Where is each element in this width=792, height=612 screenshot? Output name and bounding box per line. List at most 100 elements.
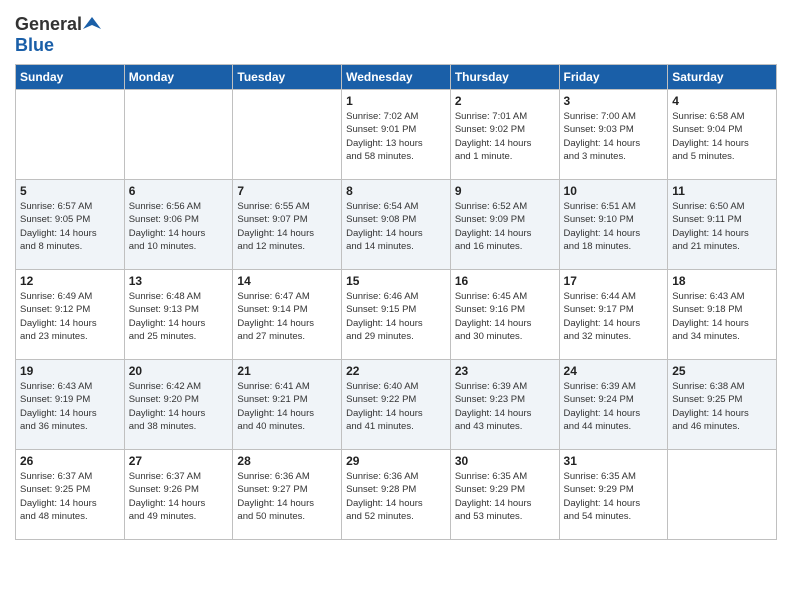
day-number: 7 xyxy=(237,184,337,198)
day-info: Sunrise: 6:51 AM Sunset: 9:10 PM Dayligh… xyxy=(564,200,664,253)
day-info: Sunrise: 6:43 AM Sunset: 9:19 PM Dayligh… xyxy=(20,380,120,433)
day-info: Sunrise: 6:54 AM Sunset: 9:08 PM Dayligh… xyxy=(346,200,446,253)
day-number: 31 xyxy=(564,454,664,468)
weekday-header: Saturday xyxy=(668,65,777,90)
day-number: 17 xyxy=(564,274,664,288)
day-number: 11 xyxy=(672,184,772,198)
day-info: Sunrise: 6:55 AM Sunset: 9:07 PM Dayligh… xyxy=(237,200,337,253)
calendar-week-row: 1 Sunrise: 7:02 AM Sunset: 9:01 PM Daylig… xyxy=(16,90,777,180)
calendar-cell: 10 Sunrise: 6:51 AM Sunset: 9:10 PM Dayli… xyxy=(559,180,668,270)
page-header: General Blue xyxy=(15,10,777,56)
day-info: Sunrise: 6:35 AM Sunset: 9:29 PM Dayligh… xyxy=(455,470,555,523)
day-number: 12 xyxy=(20,274,120,288)
day-number: 30 xyxy=(455,454,555,468)
day-info: Sunrise: 6:39 AM Sunset: 9:24 PM Dayligh… xyxy=(564,380,664,433)
calendar-cell: 31 Sunrise: 6:35 AM Sunset: 9:29 PM Dayli… xyxy=(559,450,668,540)
day-info: Sunrise: 6:49 AM Sunset: 9:12 PM Dayligh… xyxy=(20,290,120,343)
weekday-header: Sunday xyxy=(16,65,125,90)
logo: General Blue xyxy=(15,10,101,56)
calendar-cell: 28 Sunrise: 6:36 AM Sunset: 9:27 PM Dayli… xyxy=(233,450,342,540)
day-info: Sunrise: 6:47 AM Sunset: 9:14 PM Dayligh… xyxy=(237,290,337,343)
logo-general-text: General xyxy=(15,14,82,35)
calendar-cell: 23Sunrise: 6:39 AM Sunset: 9:23 PM Dayli… xyxy=(450,360,559,450)
calendar-cell: 14 Sunrise: 6:47 AM Sunset: 9:14 PM Dayli… xyxy=(233,270,342,360)
calendar-cell: 3 Sunrise: 7:00 AM Sunset: 9:03 PM Daylig… xyxy=(559,90,668,180)
day-number: 9 xyxy=(455,184,555,198)
day-number: 5 xyxy=(20,184,120,198)
day-info: Sunrise: 6:56 AM Sunset: 9:06 PM Dayligh… xyxy=(129,200,229,253)
day-info: Sunrise: 6:35 AM Sunset: 9:29 PM Dayligh… xyxy=(564,470,664,523)
calendar-cell: 20 Sunrise: 6:42 AM Sunset: 9:20 PM Dayli… xyxy=(124,360,233,450)
weekday-header: Thursday xyxy=(450,65,559,90)
calendar-cell xyxy=(668,450,777,540)
calendar-cell: 18 Sunrise: 6:43 AM Sunset: 9:18 PM Dayli… xyxy=(668,270,777,360)
day-info: Sunrise: 6:36 AM Sunset: 9:27 PM Dayligh… xyxy=(237,470,337,523)
day-number: 19 xyxy=(20,364,120,378)
day-number: 24 xyxy=(564,364,664,378)
day-number: 6 xyxy=(129,184,229,198)
day-info: Sunrise: 6:41 AM Sunset: 9:21 PM Dayligh… xyxy=(237,380,337,433)
day-info: Sunrise: 7:00 AM Sunset: 9:03 PM Dayligh… xyxy=(564,110,664,163)
day-info: Sunrise: 6:52 AM Sunset: 9:09 PM Dayligh… xyxy=(455,200,555,253)
logo-blue-text: Blue xyxy=(15,35,54,55)
day-number: 29 xyxy=(346,454,446,468)
calendar-cell: 27Sunrise: 6:37 AM Sunset: 9:26 PM Dayli… xyxy=(124,450,233,540)
calendar-week-row: 26Sunrise: 6:37 AM Sunset: 9:25 PM Dayli… xyxy=(16,450,777,540)
calendar-cell: 13Sunrise: 6:48 AM Sunset: 9:13 PM Dayli… xyxy=(124,270,233,360)
day-info: Sunrise: 6:36 AM Sunset: 9:28 PM Dayligh… xyxy=(346,470,446,523)
day-number: 14 xyxy=(237,274,337,288)
calendar-cell: 9 Sunrise: 6:52 AM Sunset: 9:09 PM Daylig… xyxy=(450,180,559,270)
logo-bird-icon xyxy=(83,15,101,33)
day-info: Sunrise: 6:50 AM Sunset: 9:11 PM Dayligh… xyxy=(672,200,772,253)
day-info: Sunrise: 6:39 AM Sunset: 9:23 PM Dayligh… xyxy=(455,380,555,433)
calendar-cell: 30 Sunrise: 6:35 AM Sunset: 9:29 PM Dayli… xyxy=(450,450,559,540)
calendar-cell: 29 Sunrise: 6:36 AM Sunset: 9:28 PM Dayli… xyxy=(342,450,451,540)
weekday-header: Friday xyxy=(559,65,668,90)
calendar-cell xyxy=(233,90,342,180)
calendar-cell: 25 Sunrise: 6:38 AM Sunset: 9:25 PM Dayli… xyxy=(668,360,777,450)
weekday-header: Monday xyxy=(124,65,233,90)
day-info: Sunrise: 6:37 AM Sunset: 9:25 PM Dayligh… xyxy=(20,470,120,523)
day-info: Sunrise: 7:01 AM Sunset: 9:02 PM Dayligh… xyxy=(455,110,555,163)
day-number: 3 xyxy=(564,94,664,108)
day-number: 10 xyxy=(564,184,664,198)
day-number: 22 xyxy=(346,364,446,378)
calendar-cell: 21 Sunrise: 6:41 AM Sunset: 9:21 PM Dayli… xyxy=(233,360,342,450)
day-number: 16 xyxy=(455,274,555,288)
calendar-cell: 1 Sunrise: 7:02 AM Sunset: 9:01 PM Daylig… xyxy=(342,90,451,180)
day-number: 20 xyxy=(129,364,229,378)
calendar-cell: 5 Sunrise: 6:57 AM Sunset: 9:05 PM Daylig… xyxy=(16,180,125,270)
day-info: Sunrise: 6:43 AM Sunset: 9:18 PM Dayligh… xyxy=(672,290,772,343)
day-number: 27 xyxy=(129,454,229,468)
weekday-header: Wednesday xyxy=(342,65,451,90)
calendar-cell: 7 Sunrise: 6:55 AM Sunset: 9:07 PM Daylig… xyxy=(233,180,342,270)
calendar-table: SundayMondayTuesdayWednesdayThursdayFrid… xyxy=(15,64,777,540)
weekday-header: Tuesday xyxy=(233,65,342,90)
day-number: 28 xyxy=(237,454,337,468)
calendar-cell: 12 Sunrise: 6:49 AM Sunset: 9:12 PM Dayli… xyxy=(16,270,125,360)
day-number: 15 xyxy=(346,274,446,288)
day-number: 2 xyxy=(455,94,555,108)
day-info: Sunrise: 7:02 AM Sunset: 9:01 PM Dayligh… xyxy=(346,110,446,163)
day-number: 1 xyxy=(346,94,446,108)
day-number: 25 xyxy=(672,364,772,378)
day-number: 4 xyxy=(672,94,772,108)
day-info: Sunrise: 6:45 AM Sunset: 9:16 PM Dayligh… xyxy=(455,290,555,343)
calendar-cell: 15Sunrise: 6:46 AM Sunset: 9:15 PM Dayli… xyxy=(342,270,451,360)
day-number: 21 xyxy=(237,364,337,378)
calendar-cell: 19 Sunrise: 6:43 AM Sunset: 9:19 PM Dayli… xyxy=(16,360,125,450)
day-info: Sunrise: 6:44 AM Sunset: 9:17 PM Dayligh… xyxy=(564,290,664,343)
calendar-cell: 2 Sunrise: 7:01 AM Sunset: 9:02 PM Daylig… xyxy=(450,90,559,180)
day-info: Sunrise: 6:57 AM Sunset: 9:05 PM Dayligh… xyxy=(20,200,120,253)
day-info: Sunrise: 6:48 AM Sunset: 9:13 PM Dayligh… xyxy=(129,290,229,343)
day-info: Sunrise: 6:38 AM Sunset: 9:25 PM Dayligh… xyxy=(672,380,772,433)
day-info: Sunrise: 6:42 AM Sunset: 9:20 PM Dayligh… xyxy=(129,380,229,433)
weekday-header-row: SundayMondayTuesdayWednesdayThursdayFrid… xyxy=(16,65,777,90)
calendar-cell: 22Sunrise: 6:40 AM Sunset: 9:22 PM Dayli… xyxy=(342,360,451,450)
day-number: 18 xyxy=(672,274,772,288)
calendar-cell: 6 Sunrise: 6:56 AM Sunset: 9:06 PM Daylig… xyxy=(124,180,233,270)
calendar-cell xyxy=(124,90,233,180)
calendar-cell: 24 Sunrise: 6:39 AM Sunset: 9:24 PM Dayli… xyxy=(559,360,668,450)
calendar-cell: 4Sunrise: 6:58 AM Sunset: 9:04 PM Daylig… xyxy=(668,90,777,180)
calendar-week-row: 12 Sunrise: 6:49 AM Sunset: 9:12 PM Dayli… xyxy=(16,270,777,360)
